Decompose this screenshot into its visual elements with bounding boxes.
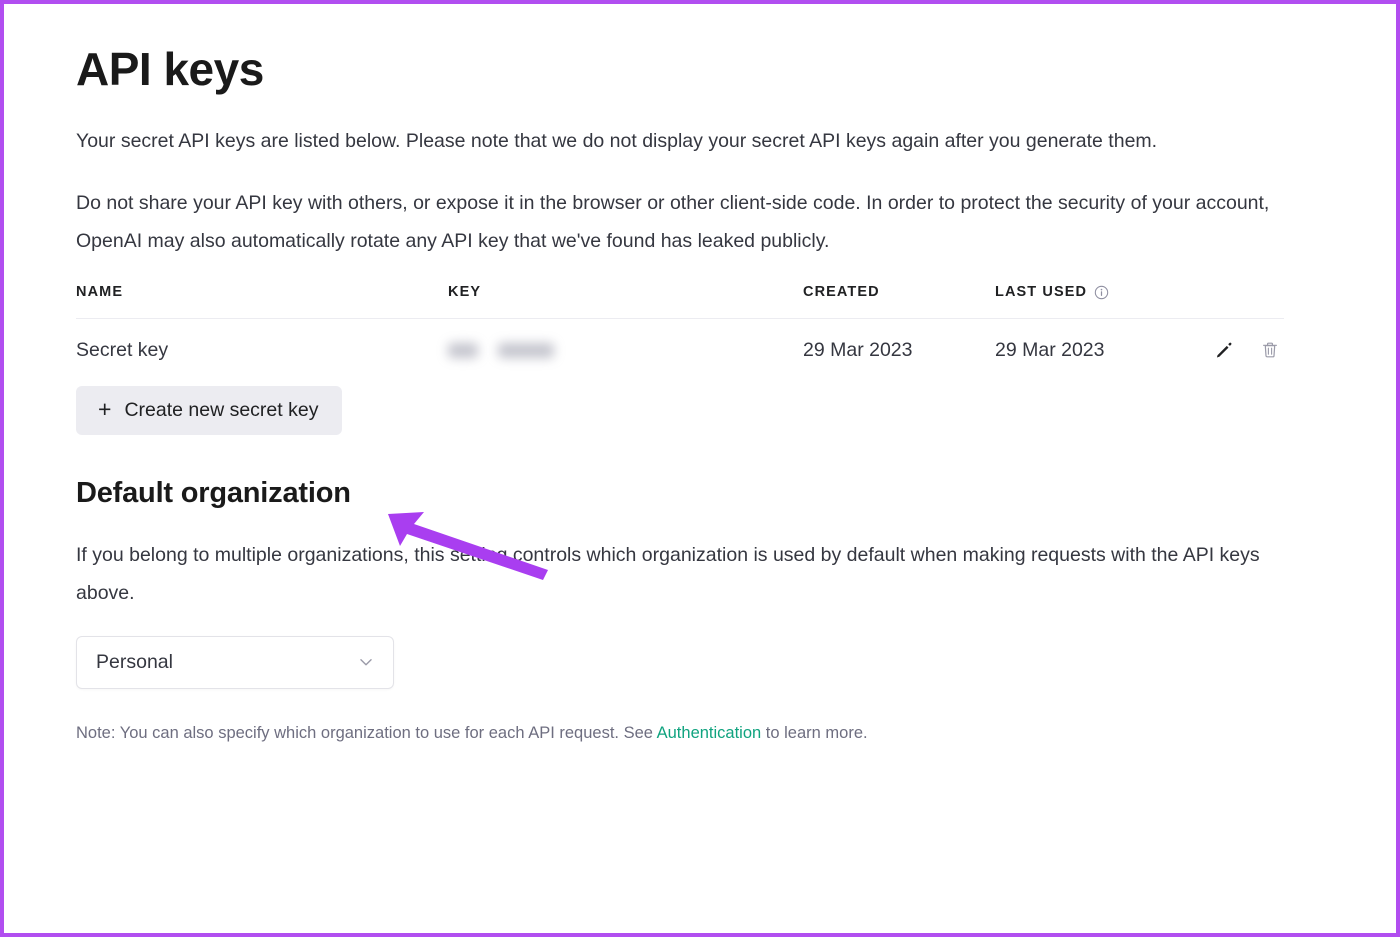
table-row: Secret key 29 Mar 2023 29 Mar 2023 <box>76 318 1284 376</box>
table-body: Secret key 29 Mar 2023 29 Mar 2023 <box>76 318 1284 376</box>
masked-key-blob <box>498 342 554 358</box>
pencil-icon <box>1214 340 1234 360</box>
intro-paragraph-2: Do not share your API key with others, o… <box>76 191 1270 252</box>
column-header-last-used-label: LAST USED <box>995 283 1088 300</box>
chevron-down-icon <box>355 651 377 673</box>
annotated-screenshot-frame: API keys Your secret API keys are listed… <box>0 0 1400 937</box>
delete-key-button[interactable] <box>1260 340 1280 360</box>
trash-icon <box>1260 340 1280 360</box>
cell-key-name: Secret key <box>76 338 169 361</box>
cell-created-date: 29 Mar 2023 <box>803 338 913 361</box>
masked-key-blur <box>448 339 803 361</box>
organization-note-text-before: Note: You can also specify which organiz… <box>76 723 657 742</box>
default-organization-select[interactable]: Personal <box>76 635 394 689</box>
cell-last-used-date: 29 Mar 2023 <box>995 338 1105 361</box>
page-title: API keys <box>76 43 264 95</box>
column-header-created: CREATED <box>803 283 995 319</box>
default-organization-title: Default organization <box>76 476 351 509</box>
create-new-secret-key-label: Create new secret key <box>124 398 319 421</box>
plus-icon: + <box>98 395 112 422</box>
create-new-secret-key-button[interactable]: + Create new secret key <box>76 385 343 435</box>
authentication-link[interactable]: Authentication <box>657 724 762 742</box>
cell-secret-key-masked <box>448 318 803 376</box>
organization-note-text-after: to learn more. <box>761 723 868 742</box>
column-header-key: KEY <box>448 283 803 319</box>
table-header-row: NAME KEY CREATED LAST USED <box>76 283 1285 319</box>
intro-paragraph-1: Your secret API keys are listed below. P… <box>76 129 1158 152</box>
column-header-name-label: NAME <box>76 283 124 300</box>
default-organization-description: If you belong to multiple organizations,… <box>76 543 1260 604</box>
api-keys-page: API keys Your secret API keys are listed… <box>4 4 1396 933</box>
cell-row-actions <box>1185 318 1284 376</box>
column-header-name: NAME <box>76 283 448 319</box>
column-header-last-used: LAST USED <box>995 283 1285 319</box>
edit-key-button[interactable] <box>1214 340 1234 360</box>
column-header-key-label: KEY <box>448 283 482 300</box>
info-icon[interactable] <box>1094 285 1109 300</box>
default-organization-select-value: Personal <box>96 650 173 673</box>
table-header: NAME KEY CREATED LAST USED <box>76 283 1285 319</box>
organization-note: Note: You can also specify which organiz… <box>76 721 1324 746</box>
column-header-created-label: CREATED <box>803 283 880 300</box>
masked-key-blob <box>448 342 478 358</box>
api-keys-table: NAME KEY CREATED LAST USED Secret key 29… <box>76 283 1285 376</box>
